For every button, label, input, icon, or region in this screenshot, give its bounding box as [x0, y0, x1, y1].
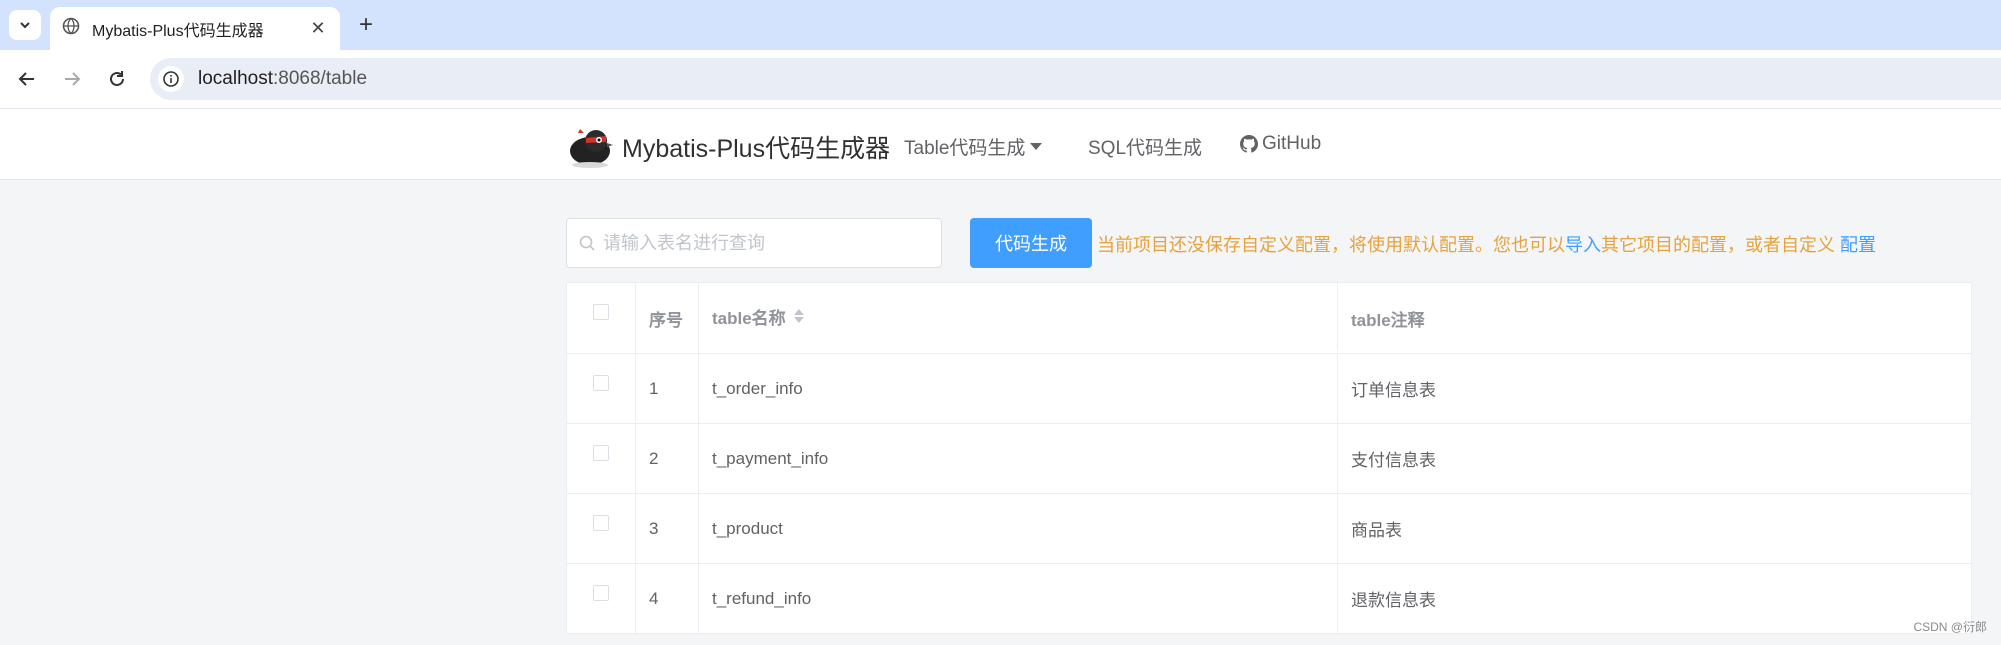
- table-row[interactable]: 1 t_order_info 订单信息表: [567, 354, 1971, 424]
- row-table-comment: 退款信息表: [1351, 591, 1436, 610]
- row-table-comment: 支付信息表: [1351, 451, 1436, 470]
- search-icon: [579, 235, 595, 251]
- import-config-link[interactable]: 导入: [1565, 235, 1601, 255]
- csdn-watermark: CSDN @衍郎: [1913, 620, 1987, 634]
- back-arrow-icon[interactable]: [10, 62, 44, 96]
- generate-code-button[interactable]: 代码生成: [970, 218, 1092, 268]
- new-tab-plus-icon[interactable]: +: [350, 10, 382, 40]
- custom-config-link[interactable]: 配置: [1840, 235, 1876, 255]
- sort-caret-icon[interactable]: [793, 309, 804, 323]
- select-all-checkbox[interactable]: [593, 304, 609, 320]
- browser-tab[interactable]: Mybatis-Plus代码生成器 ✕: [50, 7, 340, 50]
- row-checkbox[interactable]: [593, 514, 609, 531]
- row-index: 3: [636, 494, 699, 563]
- globe-icon: [62, 17, 80, 40]
- github-icon: [1240, 135, 1258, 153]
- header-table-comment: table注释: [1351, 310, 1425, 330]
- search-input[interactable]: [603, 232, 923, 254]
- caret-down-icon: [1030, 143, 1043, 150]
- mybatis-bird-logo[interactable]: [566, 121, 614, 169]
- forward-arrow-icon[interactable]: [55, 62, 89, 96]
- row-checkbox[interactable]: [593, 444, 609, 461]
- row-index: 1: [636, 354, 699, 423]
- table-search-field[interactable]: [566, 218, 942, 268]
- table-row[interactable]: 2 t_payment_info 支付信息表: [567, 424, 1971, 494]
- browser-tab-bar: Mybatis-Plus代码生成器 ✕ +: [0, 0, 2001, 50]
- select-all-cell: [567, 283, 636, 353]
- row-table-name: t_order_info: [699, 354, 1338, 423]
- row-table-comment: 订单信息表: [1351, 381, 1436, 400]
- menu-table-codegen[interactable]: Table代码生成: [904, 133, 1043, 160]
- row-table-name: t_product: [699, 494, 1338, 563]
- table-row[interactable]: 4 t_refund_info 退款信息表: [567, 564, 1971, 633]
- row-checkbox[interactable]: [593, 584, 609, 601]
- menu-sql-codegen[interactable]: SQL代码生成: [1088, 133, 1202, 160]
- tab-list-chevron-icon[interactable]: [9, 10, 41, 40]
- menu-github[interactable]: GitHub: [1240, 133, 1321, 155]
- row-index: 2: [636, 424, 699, 493]
- row-table-comment: 商品表: [1351, 521, 1402, 540]
- url-text: localhost:8068/table: [198, 68, 368, 89]
- browser-toolbar: localhost:8068/table: [0, 50, 2001, 108]
- table-list: 序号 table名称 table注释 1 t_order_info 订单信息表 …: [566, 281, 1972, 634]
- app-header: Mybatis-Plus代码生成器 Table代码生成 SQL代码生成 GitH…: [0, 108, 2001, 180]
- row-index: 4: [636, 564, 699, 633]
- close-tab-icon[interactable]: ✕: [308, 18, 328, 39]
- row-table-name: t_refund_info: [699, 564, 1338, 633]
- table-header-row: 序号 table名称 table注释: [567, 281, 1971, 354]
- table-row[interactable]: 3 t_product 商品表: [567, 494, 1971, 564]
- reload-icon[interactable]: [100, 62, 134, 96]
- tab-title: Mybatis-Plus代码生成器: [92, 22, 264, 40]
- row-table-name: t_payment_info: [699, 424, 1338, 493]
- header-index: 序号: [636, 283, 699, 353]
- address-bar[interactable]: localhost:8068/table: [150, 58, 2001, 100]
- brand-title[interactable]: Mybatis-Plus代码生成器: [622, 129, 890, 165]
- site-info-icon[interactable]: [158, 66, 184, 92]
- header-table-name[interactable]: table名称: [699, 281, 1338, 351]
- config-notice: 当前项目还没保存自定义配置，将使用默认配置。您也可以导入其它项目的配置，或者自定…: [1097, 235, 1877, 255]
- row-checkbox[interactable]: [593, 374, 609, 391]
